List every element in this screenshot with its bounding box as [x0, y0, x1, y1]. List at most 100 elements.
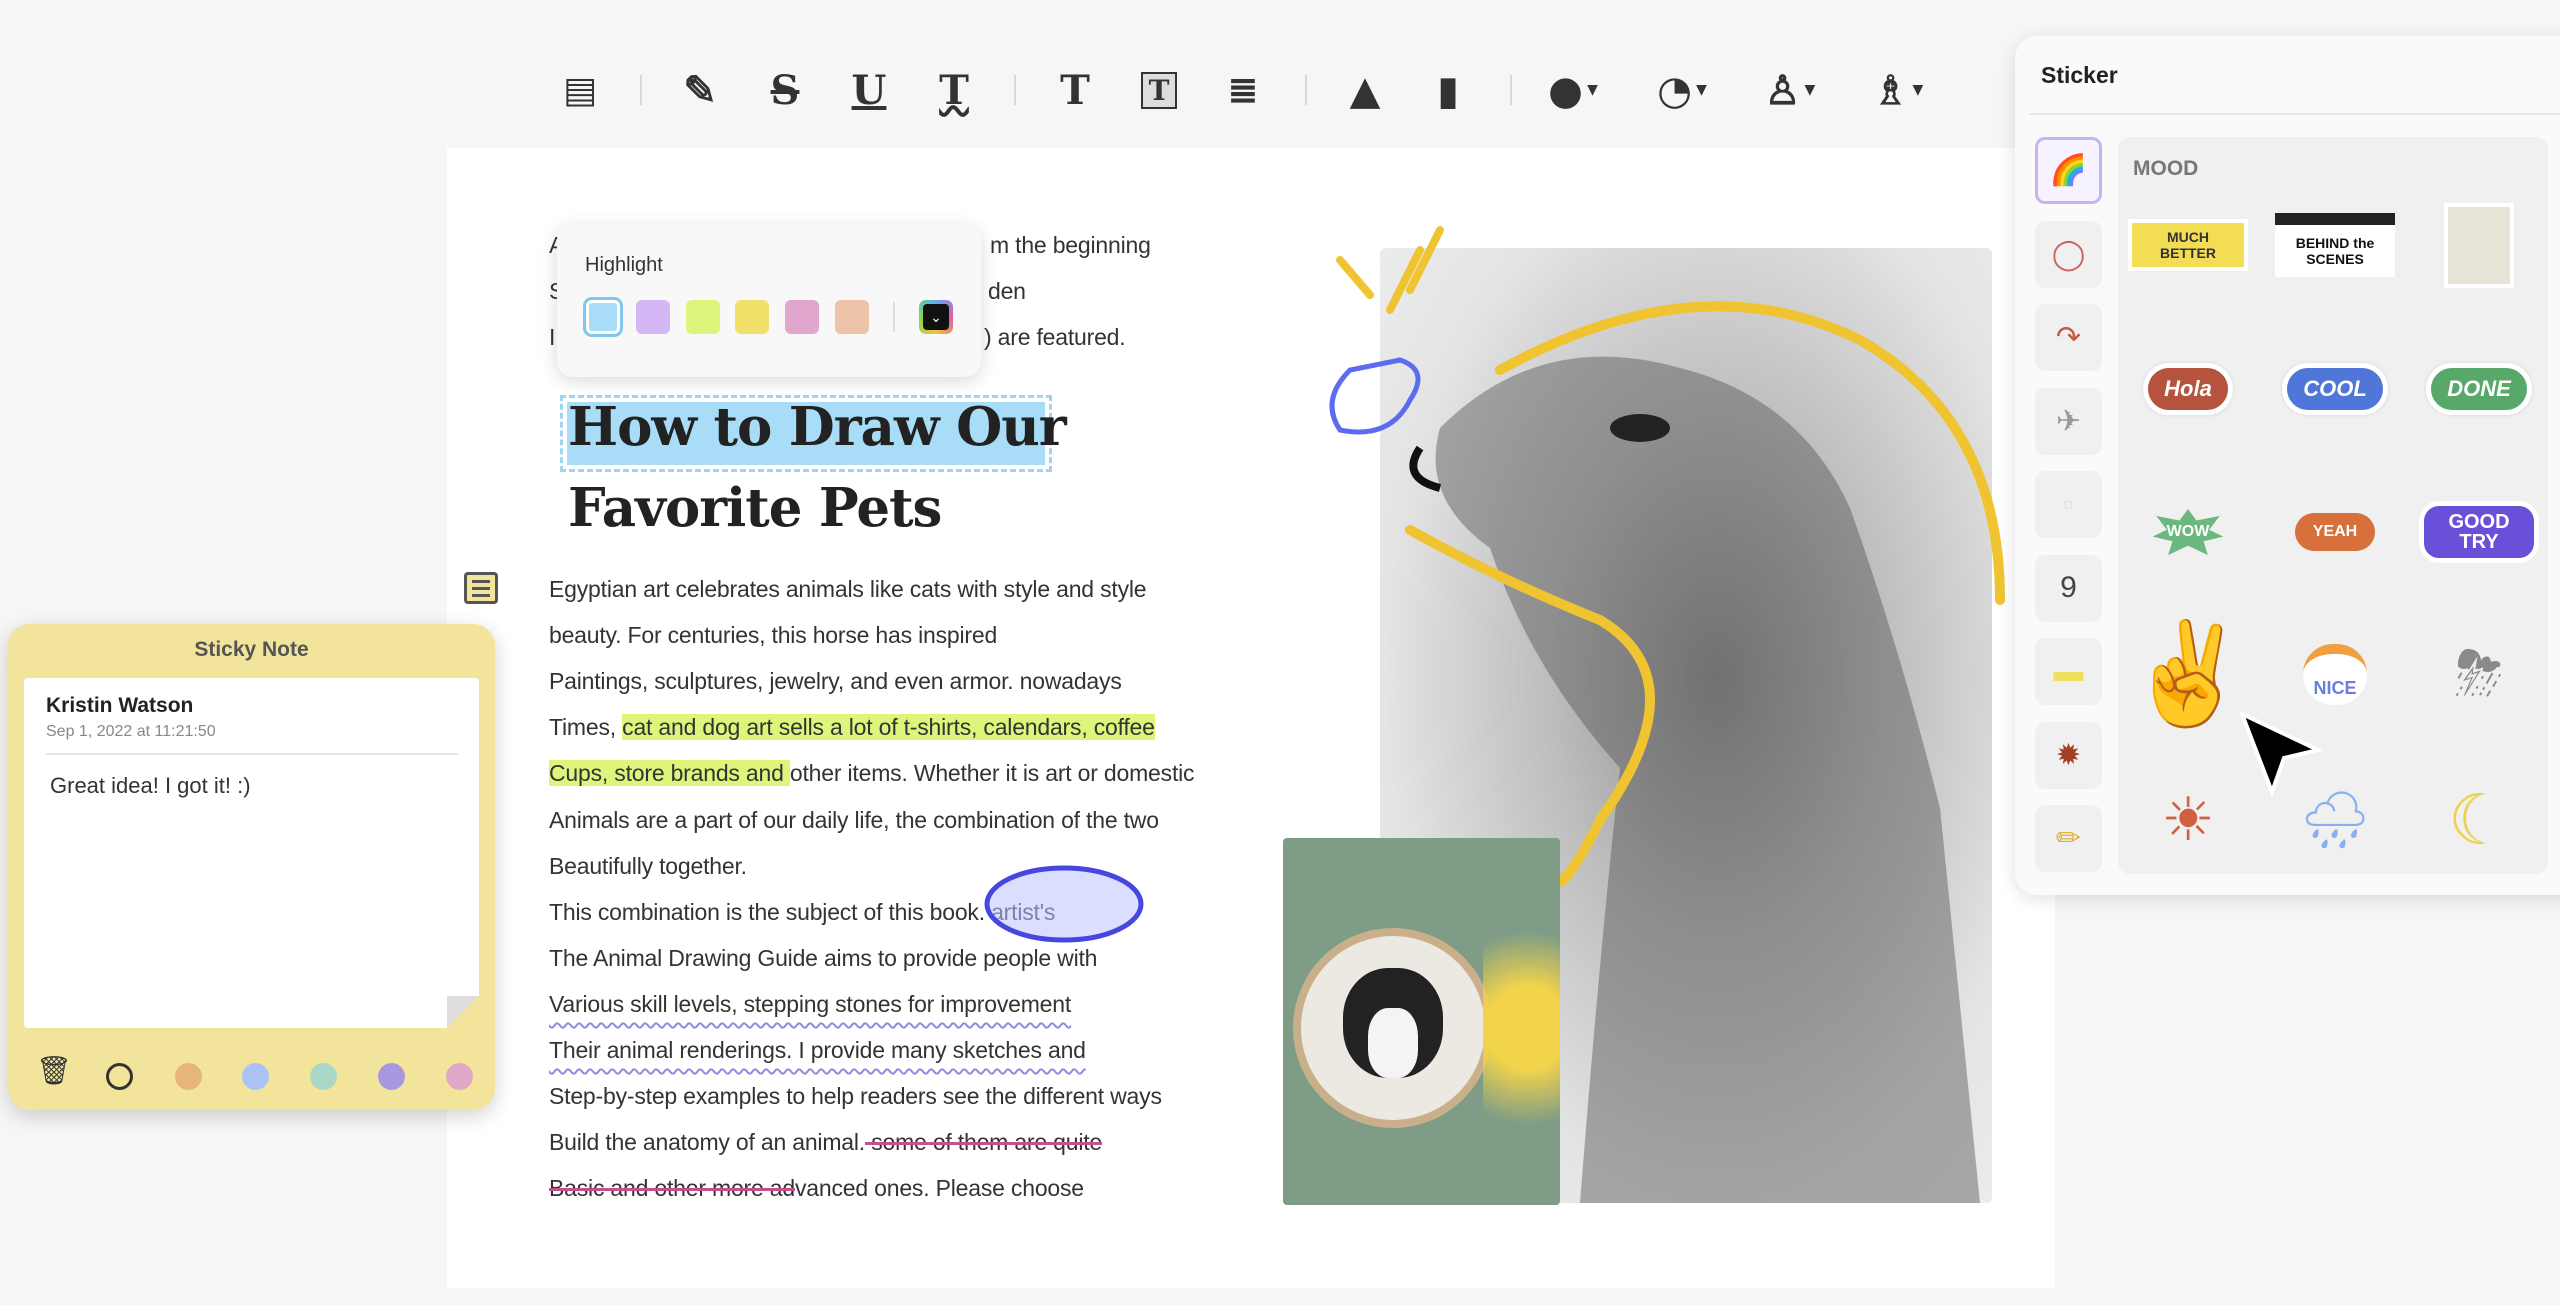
highlighter-icon: ✎ — [683, 66, 717, 114]
custom-color-button[interactable]: ⌄ — [919, 300, 953, 334]
highlighted-text[interactable]: cat and dog art sells a lot of t-shirts,… — [622, 714, 1155, 741]
popup-title: Highlight — [585, 254, 663, 276]
mouse-cursor-icon — [2238, 710, 2325, 798]
sticker-sun[interactable]: ☀ — [2128, 770, 2248, 870]
sticky-note-body[interactable]: Kristin Watson Sep 1, 2022 at 11:21:50 G… — [24, 678, 479, 1028]
shape-button[interactable]: ● ▼ — [1545, 62, 1601, 118]
document-title-line-2: Favorite Pets — [568, 477, 942, 539]
text-box-button[interactable]: T — [1131, 62, 1187, 118]
text-callout-icon: ≣ — [1227, 69, 1259, 111]
area-highlight-icon: ◔ — [1657, 66, 1693, 114]
strikethrough-text[interactable]: some of them are quite — [865, 1129, 1102, 1155]
note-content[interactable]: Great idea! I got it! :) — [50, 773, 251, 799]
pencil-button[interactable]: ▲ — [1337, 62, 1393, 118]
text-segment: Beautifully together. — [549, 852, 747, 879]
sticker-panel-title: Sticker — [2041, 62, 2118, 88]
highlight-color-swatch[interactable] — [636, 300, 670, 334]
sticker-tab-tape[interactable]: ▬ — [2035, 638, 2102, 705]
text-button[interactable]: T — [1047, 62, 1103, 118]
highlighted-text[interactable]: Cups, store brands and — [549, 760, 790, 787]
dropdown-caret-icon: ▼ — [1696, 82, 1707, 98]
note-color-option[interactable] — [242, 1063, 269, 1090]
sticker-yeah[interactable]: YEAH — [2275, 482, 2395, 582]
highlight-color-popup: Highlight — [557, 224, 981, 377]
sticker-category-label: MOOD — [2133, 157, 2199, 180]
document-title-line-1: How to Draw Our — [568, 396, 1067, 458]
text-callout-button[interactable]: ≣ — [1215, 62, 1271, 118]
squiggly-underlined-text[interactable]: Various skill levels, stepping stones fo… — [549, 991, 1071, 1017]
sticker-nice[interactable]: NICE — [2275, 624, 2395, 724]
sticker-much-better-label: MUCH BETTER — [2128, 219, 2248, 271]
text-segment: other items. Whether it is art or domest… — [789, 760, 1195, 787]
sticker-good-try[interactable]: GOOD TRY — [2419, 482, 2539, 582]
body-text-line: Times, cat and dog art sells a lot of t-… — [549, 709, 1155, 745]
squiggly-underline-button[interactable]: T — [926, 62, 982, 118]
sticker-tab-arrow[interactable]: ↷ — [2035, 304, 2102, 371]
underline-button[interactable]: U — [841, 62, 897, 118]
sticker-notepad[interactable] — [2419, 195, 2539, 295]
circle-icon: ◯ — [2051, 237, 2086, 271]
toolbar-separator — [640, 75, 642, 105]
sticker-tab-circle[interactable]: ◯ — [2035, 220, 2102, 288]
strikethrough-button[interactable]: S — [757, 62, 813, 118]
sticker-hola-label: Hola — [2143, 363, 2233, 415]
sticker-cool-label: COOL — [2282, 363, 2388, 415]
sticker-tab-burst[interactable]: ✹ — [2035, 721, 2102, 789]
text-segment: Animals are a part of our daily life, th… — [549, 806, 1159, 833]
partial-line-end: ) are featured. — [984, 324, 1126, 350]
panel-divider — [2029, 113, 2560, 115]
sticker-tab-paper-plane[interactable]: ✈ — [2035, 387, 2102, 455]
underline-icon: U — [851, 66, 887, 114]
ellipse-annotation[interactable] — [980, 860, 1150, 950]
sticker-done[interactable]: DONE — [2419, 339, 2539, 439]
sticker-tab-number-nine[interactable]: 9 — [2035, 554, 2102, 622]
partial-line-end: m the beginning — [990, 232, 1151, 258]
strikethrough-text[interactable]: Basic and other more ad — [549, 1175, 795, 1201]
highlight-color-swatch[interactable] — [835, 300, 869, 334]
pencil-icon: ✏ — [2055, 822, 2082, 855]
highlight-color-swatch[interactable] — [686, 300, 720, 334]
comment-button[interactable]: ▤ — [552, 62, 608, 118]
comment-marker-icon[interactable] — [464, 572, 498, 604]
note-color-option[interactable] — [378, 1063, 405, 1090]
highlight-color-swatch[interactable] — [586, 300, 620, 334]
sticker-tab-rainbow[interactable]: 🌈 — [2035, 137, 2102, 204]
sticker-cool[interactable]: COOL — [2275, 339, 2395, 439]
signature-pen-button[interactable]: ♗ ▼ — [1870, 62, 1926, 118]
note-color-option[interactable] — [175, 1063, 202, 1090]
note-color-option[interactable] — [446, 1063, 473, 1090]
strikethrough-icon: S — [770, 66, 800, 114]
stamp-button[interactable]: ♙ ▼ — [1762, 62, 1818, 118]
trash-icon[interactable]: 🗑 — [36, 1054, 72, 1087]
squiggly-underlined-text[interactable]: Their animal renderings. I provide many … — [549, 1037, 1086, 1063]
stamp-icon: ♙ — [1764, 66, 1801, 114]
text-icon: T — [1060, 66, 1090, 114]
highlighter-button[interactable]: ✎ — [672, 62, 728, 118]
sticker-tab-pencil[interactable]: ✏ — [2035, 805, 2102, 872]
sticker-storm-cloud[interactable]: ⛈ — [2419, 624, 2539, 724]
text-box-icon: T — [1140, 71, 1178, 109]
dropdown-caret-icon: ▼ — [1587, 82, 1598, 98]
eraser-button[interactable]: ▮ — [1420, 62, 1476, 118]
sticker-storm-cloud-label: ⛈ — [2455, 640, 2503, 707]
sticker-moon[interactable]: ☾ — [2419, 770, 2539, 870]
note-color-none[interactable] — [106, 1063, 133, 1090]
sticker-tab-note-paper[interactable]: ▫ — [2035, 471, 2102, 538]
sticker-wow[interactable]: WOW — [2128, 482, 2248, 582]
text-segment: Paintings, sculptures, jewelry, and even… — [549, 668, 1122, 695]
area-highlight-button[interactable]: ◔ ▼ — [1654, 62, 1710, 118]
body-text-line: Animals are a part of our daily life, th… — [549, 802, 1159, 838]
note-color-option[interactable] — [310, 1063, 337, 1090]
highlight-color-swatch[interactable] — [735, 300, 769, 334]
sticker-yeah-label: YEAH — [2294, 513, 2376, 551]
sticker-behind-the-scenes-label: BEHIND the SCENES — [2275, 213, 2395, 277]
toolbar-separator — [1014, 75, 1016, 105]
sticky-note: Sticky Note Kristin Watson Sep 1, 2022 a… — [8, 624, 495, 1110]
sticker-much-better[interactable]: MUCH BETTER — [2128, 195, 2248, 295]
rainbow-icon: 🌈 — [2049, 154, 2088, 187]
sticker-hola[interactable]: Hola — [2128, 339, 2248, 439]
highlight-color-swatch[interactable] — [785, 300, 819, 334]
text-segment: vanced ones. Please choose — [795, 1175, 1084, 1202]
eraser-icon: ▮ — [1436, 66, 1459, 114]
sticker-behind-the-scenes[interactable]: BEHIND the SCENES — [2275, 195, 2395, 295]
